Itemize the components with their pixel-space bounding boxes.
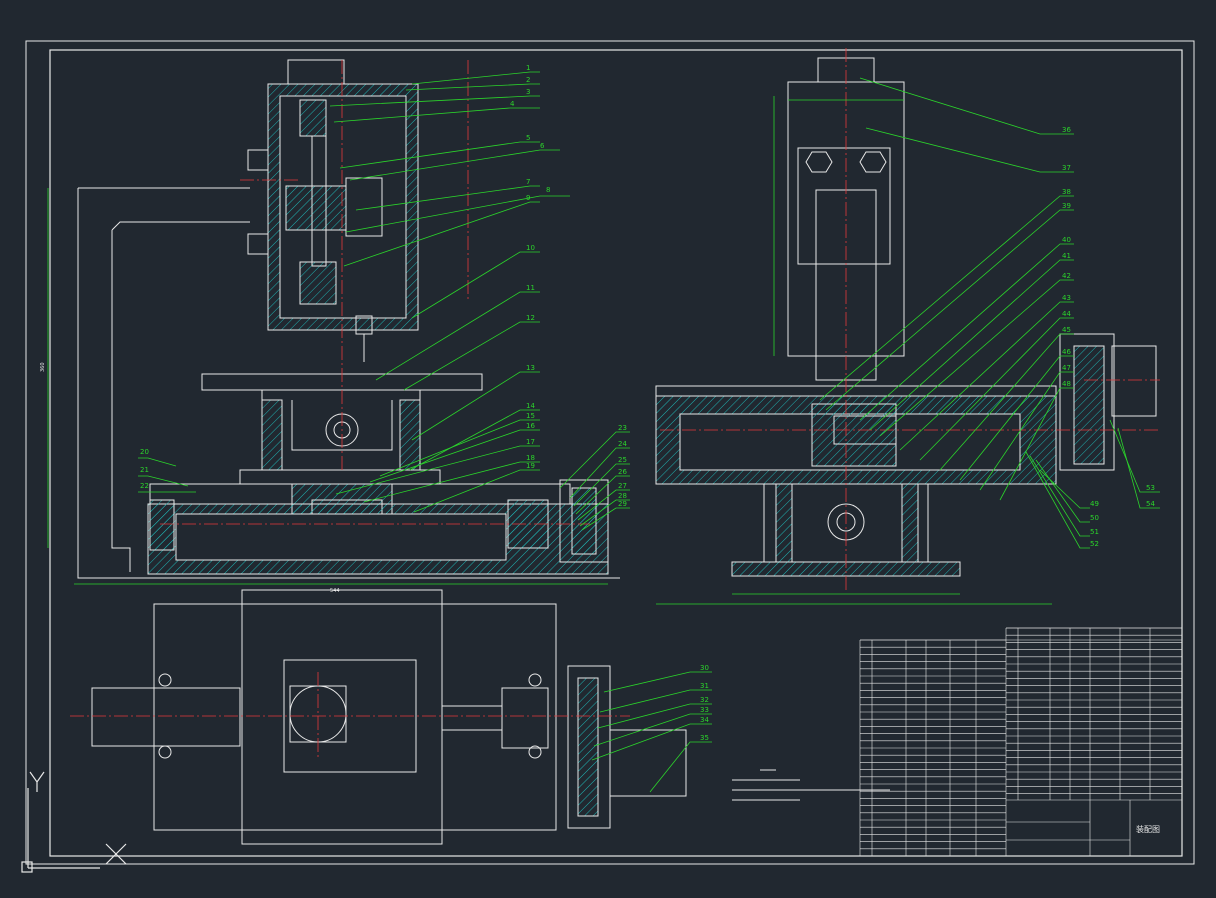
part-number-26: 26 [618, 468, 627, 476]
part-number-54: 54 [1146, 500, 1155, 508]
part-number-33: 33 [700, 706, 709, 714]
cad-drawing-canvas[interactable]: 1234567891011121314151617181920212223242… [0, 0, 1216, 898]
part-number-23: 23 [618, 424, 627, 432]
part-number-11: 11 [526, 284, 535, 292]
part-number-53: 53 [1146, 484, 1155, 492]
part-number-39: 39 [1062, 202, 1071, 210]
technical-notes [732, 769, 890, 801]
part-number-2: 2 [526, 76, 530, 84]
crosshair-icon [105, 843, 127, 865]
part-number-38: 38 [1062, 188, 1071, 196]
part-number-47: 47 [1062, 364, 1071, 372]
part-number-15: 15 [526, 412, 535, 420]
part-number-41: 41 [1062, 252, 1071, 260]
part-number-1: 1 [526, 64, 530, 72]
part-number-32: 32 [700, 696, 709, 704]
part-number-35: 35 [700, 734, 709, 742]
part-number-49: 49 [1090, 500, 1099, 508]
title-block-name: 装配图 [1136, 824, 1160, 834]
part-number-24: 24 [618, 440, 627, 448]
part-number-42: 42 [1062, 272, 1071, 280]
part-number-34: 34 [700, 716, 709, 724]
part-number-28: 28 [618, 492, 627, 500]
part-number-17: 17 [526, 438, 535, 446]
part-number-8: 8 [546, 186, 550, 194]
part-number-31: 31 [700, 682, 709, 690]
part-number-51: 51 [1090, 528, 1099, 536]
dimension-overall-width: 544 [330, 588, 340, 594]
part-labels-right: 36 37 38 39 40 41 42 43 44 45 46 47 48 49 50 51 52 53 54 [1062, 126, 1155, 548]
part-number-48: 48 [1062, 380, 1071, 388]
part-number-22: 22 [140, 482, 149, 490]
part-number-9: 9 [526, 194, 530, 202]
part-number-46: 46 [1062, 348, 1071, 356]
front-view-left [77, 59, 620, 579]
part-number-30: 30 [700, 664, 709, 672]
side-view-right [655, 57, 1157, 577]
part-number-36: 36 [1062, 126, 1071, 134]
part-number-27: 27 [618, 482, 627, 490]
part-number-5: 5 [526, 134, 530, 142]
part-number-52: 52 [1090, 540, 1099, 548]
part-number-3: 3 [526, 88, 530, 96]
part-number-19: 19 [526, 462, 535, 470]
part-number-29: 29 [618, 500, 627, 508]
part-number-7: 7 [526, 178, 530, 186]
part-number-50: 50 [1090, 514, 1099, 522]
part-number-13: 13 [526, 364, 535, 372]
part-number-14: 14 [526, 402, 535, 410]
plan-view [91, 589, 687, 845]
part-number-4: 4 [510, 100, 515, 108]
part-number-40: 40 [1062, 236, 1071, 244]
part-number-44: 44 [1062, 310, 1071, 318]
ucs-icon [21, 771, 100, 873]
part-number-18: 18 [526, 454, 535, 462]
part-number-16: 16 [526, 422, 535, 430]
part-number-20: 20 [140, 448, 149, 456]
part-number-25: 25 [618, 456, 627, 464]
part-number-10: 10 [526, 244, 535, 252]
part-labels-plan: 30 31 32 33 34 35 [700, 664, 709, 742]
part-number-21: 21 [140, 466, 149, 474]
part-number-12: 12 [526, 314, 535, 322]
title-block[interactable] [859, 627, 1183, 857]
part-number-6: 6 [540, 142, 545, 150]
part-number-37: 37 [1062, 164, 1071, 172]
part-number-43: 43 [1062, 294, 1071, 302]
dimension-overall-height: 360 [40, 362, 46, 372]
part-number-45: 45 [1062, 326, 1071, 334]
